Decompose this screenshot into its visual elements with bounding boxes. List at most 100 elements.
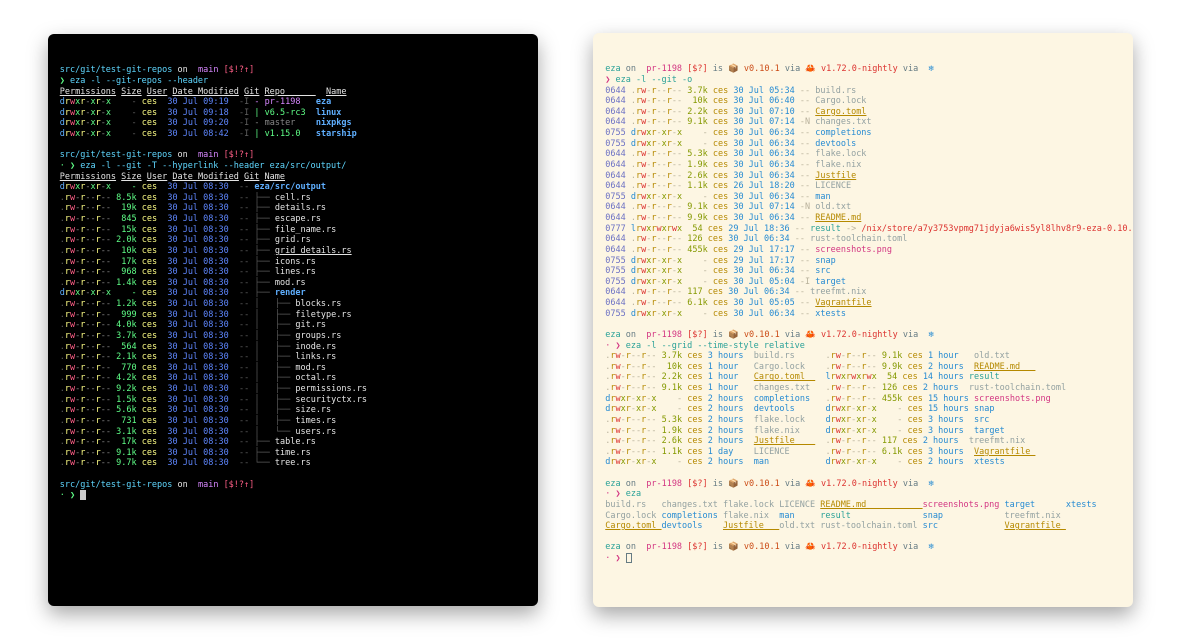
- grid-filename: man: [779, 511, 820, 521]
- prompt-line: eza on pr-1198 [$?] is 📦 v0.10.1 via 🦀 v…: [605, 330, 1121, 341]
- file-row: 0755 drwxr-xr-x - ces 30 Jul 06:34 -- sr…: [605, 266, 1121, 277]
- grid-filename: old.txt: [779, 521, 820, 531]
- grid-filename: devtools: [662, 521, 723, 531]
- grid-filename: Vagrantfile: [1004, 521, 1065, 531]
- grid-filename: completions: [662, 511, 723, 521]
- file-row: .rw-r--r-- 10k ces 30 Jul 08:30 -- ├── g…: [60, 246, 526, 257]
- file-row: 0644 .rw-r--r-- 10k ces 30 Jul 06:40 -- …: [605, 96, 1121, 107]
- file-row: 0644 .rw-r--r-- 9.1k ces 30 Jul 07:14 -N…: [605, 117, 1121, 128]
- file-row: .rw-r--r-- 731 ces 30 Jul 08:30 -- │ ├──…: [60, 416, 526, 427]
- file-grid-row: Cargo.toml devtools Justfile old.txt rus…: [605, 521, 1121, 532]
- file-row: 0644 .rw-r--r-- 2.6k ces 30 Jul 06:34 --…: [605, 171, 1121, 182]
- file-row: 0644 .rw-r--r-- 9.9k ces 30 Jul 06:34 --…: [605, 213, 1121, 224]
- file-row: .rw-r--r-- 3.7k ces 3 hours build.rs .rw…: [605, 351, 1121, 362]
- file-row: .rw-r--r-- 999 ces 30 Jul 08:30 -- │ ├──…: [60, 310, 526, 321]
- grid-filename: [1066, 521, 1122, 531]
- file-row: .rw-r--r-- 1.5k ces 30 Jul 08:30 -- │ ├─…: [60, 395, 526, 406]
- file-row: .rw-r--r-- 2.6k ces 2 hours Justfile .rw…: [605, 436, 1121, 447]
- command-line[interactable]: ❯ eza -l --git -o: [605, 75, 1121, 86]
- file-row: 0755 drwxr-xr-x - ces 30 Jul 06:34 -- xt…: [605, 309, 1121, 320]
- file-grid-row: build.rs changes.txt flake.lock LICENCE …: [605, 500, 1121, 511]
- grid-filename: rust-toolchain.toml: [820, 521, 922, 531]
- file-row: .rw-r--r-- 4.2k ces 30 Jul 08:30 -- │ ├─…: [60, 373, 526, 384]
- grid-filename: Cargo.lock: [605, 511, 661, 521]
- prompt-line: src/git/test-git-repos on main [$!?↑]: [60, 480, 526, 491]
- command-line[interactable]: ❯ eza -l --git-repos --header: [60, 76, 526, 87]
- file-row: drwxr-xr-x - ces 2 hours devtools drwxr-…: [605, 404, 1121, 415]
- grid-filename: result: [820, 511, 922, 521]
- file-row: .rw-r--r-- 3.7k ces 30 Jul 08:30 -- │ ├─…: [60, 331, 526, 342]
- cursor: [80, 490, 86, 500]
- grid-filename: target: [1004, 500, 1065, 510]
- terminal-dark[interactable]: src/git/test-git-repos on main [$!?↑]❯ e…: [48, 34, 538, 606]
- terminal-light[interactable]: eza on pr-1198 [$?] is 📦 v0.10.1 via 🦀 v…: [593, 33, 1133, 607]
- file-row: .rw-r--r-- 5.3k ces 2 hours flake.lock d…: [605, 415, 1121, 426]
- file-row: .rw-r--r-- 19k ces 30 Jul 08:30 -- ├── d…: [60, 203, 526, 214]
- file-row: .rw-r--r-- 10k ces 1 hour Cargo.lock .rw…: [605, 362, 1121, 373]
- grid-filename: LICENCE: [779, 500, 820, 510]
- command-line[interactable]: · ❯ eza: [605, 489, 1121, 500]
- file-row: 0755 drwxr-xr-x - ces 29 Jul 17:17 -- sn…: [605, 256, 1121, 267]
- file-row: 0644 .rw-r--r-- 6.1k ces 30 Jul 05:05 --…: [605, 298, 1121, 309]
- prompt-line: src/git/test-git-repos on main [$!?↑]: [60, 65, 526, 76]
- file-row: .rw-r--r-- 968 ces 30 Jul 08:30 -- ├── l…: [60, 267, 526, 278]
- grid-filename: Justfile: [723, 521, 779, 531]
- command-line[interactable]: · ❯: [60, 490, 526, 501]
- file-row: .rw-r--r-- 3.1k ces 30 Jul 08:30 -- │ └─…: [60, 427, 526, 438]
- file-row: 0644 .rw-r--r-- 3.7k ces 30 Jul 05:34 --…: [605, 86, 1121, 97]
- file-row: .rw-r--r-- 9.7k ces 30 Jul 08:30 -- └── …: [60, 458, 526, 469]
- file-row: .rw-r--r-- 5.6k ces 30 Jul 08:30 -- │ ├─…: [60, 405, 526, 416]
- file-row: .rw-r--r-- 1.9k ces 2 hours flake.nix dr…: [605, 426, 1121, 437]
- prompt-line: src/git/test-git-repos on main [$!?↑]: [60, 150, 526, 161]
- column-headers: Permissions Size User Date Modified Git …: [60, 87, 526, 98]
- file-grid-row: Cargo.lock completions flake.nix man res…: [605, 511, 1121, 522]
- file-row: .rw-r--r-- 2.0k ces 30 Jul 08:30 -- ├── …: [60, 235, 526, 246]
- file-row: 0755 drwxr-xr-x - ces 30 Jul 06:34 -- de…: [605, 139, 1121, 150]
- file-row: 0755 drwxr-xr-x - ces 30 Jul 05:04 -I ta…: [605, 277, 1121, 288]
- file-row: .rw-r--r-- 1.4k ces 30 Jul 08:30 -- ├── …: [60, 278, 526, 289]
- file-row: drwxr-xr-x - ces 30 Jul 08:42 -I | v1.15…: [60, 129, 526, 140]
- file-row: .rw-r--r-- 9.2k ces 30 Jul 08:30 -- │ ├─…: [60, 384, 526, 395]
- file-row: 0755 drwxr-xr-x - ces 30 Jul 06:34 -- ma…: [605, 192, 1121, 203]
- file-row: .rw-r--r-- 8.5k ces 30 Jul 08:30 -- ├── …: [60, 193, 526, 204]
- grid-filename: Cargo.toml: [605, 521, 661, 531]
- file-row: .rw-r--r-- 17k ces 30 Jul 08:30 -- ├── i…: [60, 257, 526, 268]
- column-headers: Permissions Size User Date Modified Git …: [60, 172, 526, 183]
- file-row: .rw-r--r-- 845 ces 30 Jul 08:30 -- ├── e…: [60, 214, 526, 225]
- grid-filename: xtests: [1066, 500, 1122, 510]
- prompt-line: eza on pr-1198 [$?] is 📦 v0.10.1 via 🦀 v…: [605, 542, 1121, 553]
- file-row: 0777 lrwxrwxrwx 54 ces 29 Jul 18:36 -- r…: [605, 224, 1121, 235]
- grid-filename: snap: [923, 511, 1005, 521]
- command-line[interactable]: · ❯: [605, 553, 1121, 564]
- file-row: 0644 .rw-r--r-- 1.9k ces 30 Jul 06:34 --…: [605, 160, 1121, 171]
- file-row: 0644 .rw-r--r-- 5.3k ces 30 Jul 06:34 --…: [605, 149, 1121, 160]
- terminal-light-content: eza on pr-1198 [$?] is 📦 v0.10.1 via 🦀 v…: [605, 64, 1121, 564]
- grid-filename: screenshots.png: [923, 500, 1005, 510]
- file-row: 0644 .rw-r--r-- 2.2k ces 30 Jul 07:10 --…: [605, 107, 1121, 118]
- file-row: drwxr-xr-x - ces 30 Jul 09:18 -I | v6.5-…: [60, 108, 526, 119]
- file-row: drwxr-xr-x - ces 2 hours completions .rw…: [605, 394, 1121, 405]
- grid-filename: flake.lock: [723, 500, 779, 510]
- file-row: .rw-r--r-- 1.2k ces 30 Jul 08:30 -- │ ├─…: [60, 299, 526, 310]
- grid-filename: src: [923, 521, 1005, 531]
- file-row: drwxr-xr-x - ces 30 Jul 08:30 -- eza/src…: [60, 182, 526, 193]
- file-row: .rw-r--r-- 564 ces 30 Jul 08:30 -- │ ├──…: [60, 342, 526, 353]
- file-row: 0644 .rw-r--r-- 455k ces 29 Jul 17:17 --…: [605, 245, 1121, 256]
- grid-filename: flake.nix: [723, 511, 779, 521]
- file-row: drwxr-xr-x - ces 2 hours man drwxr-xr-x …: [605, 457, 1121, 468]
- file-row: 0644 .rw-r--r-- 9.1k ces 30 Jul 07:14 -N…: [605, 202, 1121, 213]
- file-row: drwxr-xr-x - ces 30 Jul 08:30 -- ├── ren…: [60, 288, 526, 299]
- command-line[interactable]: · ❯ eza -l --git -T --hyperlink --header…: [60, 161, 526, 172]
- file-row: .rw-r--r-- 9.1k ces 1 hour changes.txt .…: [605, 383, 1121, 394]
- file-row: drwxr-xr-x - ces 30 Jul 09:20 -I - maste…: [60, 118, 526, 129]
- file-row: drwxr-xr-x - ces 30 Jul 09:19 -I - pr-11…: [60, 97, 526, 108]
- prompt-line: eza on pr-1198 [$?] is 📦 v0.10.1 via 🦀 v…: [605, 64, 1121, 75]
- file-row: 0644 .rw-r--r-- 126 ces 30 Jul 06:34 -- …: [605, 234, 1121, 245]
- file-row: .rw-r--r-- 15k ces 30 Jul 08:30 -- ├── f…: [60, 225, 526, 236]
- file-row: .rw-r--r-- 17k ces 30 Jul 08:30 -- ├── t…: [60, 437, 526, 448]
- grid-filename: build.rs: [605, 500, 661, 510]
- prompt-line: eza on pr-1198 [$?] is 📦 v0.10.1 via 🦀 v…: [605, 479, 1121, 490]
- file-row: .rw-r--r-- 2.1k ces 30 Jul 08:30 -- │ ├─…: [60, 352, 526, 363]
- command-line[interactable]: · ❯ eza -l --grid --time-style relative: [605, 341, 1121, 352]
- file-row: .rw-r--r-- 1.1k ces 1 day LICENCE .rw-r-…: [605, 447, 1121, 458]
